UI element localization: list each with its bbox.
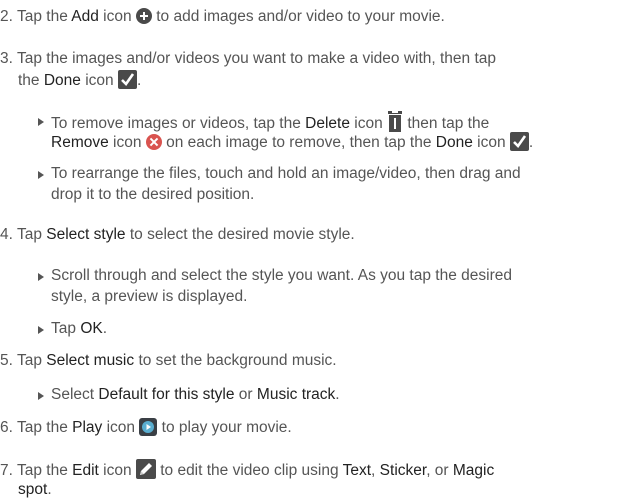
magic-spot-label: spot bbox=[18, 481, 48, 498]
bullet-arrow bbox=[38, 118, 44, 126]
step-number: 2. bbox=[0, 8, 13, 25]
bullet-scroll-line2: style, a preview is displayed. bbox=[51, 288, 248, 305]
step-7: 7. Tap the Edit icon to edit the video c… bbox=[0, 459, 494, 481]
play-label: Play bbox=[72, 419, 103, 436]
step-number: 4. bbox=[0, 226, 13, 243]
step-number: 5. bbox=[0, 352, 13, 369]
bullet-arrow bbox=[38, 171, 44, 179]
remove-label: Remove bbox=[51, 134, 109, 151]
step-4: 4. Tap Select style to select the desire… bbox=[0, 226, 355, 243]
select-music-label: Select music bbox=[46, 352, 135, 369]
bullet-rearrange-line2: drop it to the desired position. bbox=[51, 186, 255, 203]
edit-icon bbox=[135, 459, 156, 479]
add-icon bbox=[135, 8, 152, 24]
sticker-label: Sticker bbox=[379, 462, 427, 479]
default-style-label: Default for this style bbox=[98, 386, 235, 403]
bullet-arrow bbox=[38, 273, 44, 281]
delete-label: Delete bbox=[305, 115, 350, 132]
bullet-remove-line2: Remove icon on each image to remove, the… bbox=[51, 132, 534, 151]
add-label: Add bbox=[71, 8, 99, 25]
step-3-line2: the Done icon . bbox=[18, 70, 142, 89]
music-track-label: Music track bbox=[256, 386, 336, 403]
step-2: 2. Tap the Add icon to add images and/or… bbox=[0, 8, 445, 25]
ok-label: OK bbox=[80, 320, 103, 337]
done-label: Done bbox=[435, 134, 473, 151]
bullet-remove: To remove images or videos, tap the Dele… bbox=[51, 111, 489, 134]
bullet-arrow bbox=[38, 326, 44, 334]
magic-label: Magic bbox=[452, 462, 495, 479]
select-style-label: Select style bbox=[46, 226, 126, 243]
play-icon bbox=[139, 418, 158, 436]
bullet-ok: Tap OK. bbox=[51, 320, 108, 337]
bullet-scroll: Scroll through and select the style you … bbox=[51, 267, 512, 284]
instruction-page: 2. Tap the Add icon to add images and/or… bbox=[0, 0, 635, 501]
done-icon bbox=[117, 70, 137, 89]
step-5: 5. Tap Select music to set the backgroun… bbox=[0, 352, 337, 369]
bullet-music: Select Default for this style or Music t… bbox=[51, 386, 340, 403]
text-label: Text bbox=[342, 462, 372, 479]
bullet-rearrange: To rearrange the files, touch and hold a… bbox=[51, 165, 521, 182]
done-label: Done bbox=[43, 72, 81, 89]
step-3: 3. Tap the images and/or videos you want… bbox=[0, 50, 497, 67]
edit-label: Edit bbox=[72, 462, 99, 479]
delete-icon bbox=[387, 111, 403, 133]
done-icon bbox=[509, 132, 529, 151]
step-number: 6. bbox=[0, 419, 13, 436]
step-7-line2: spot. bbox=[18, 481, 52, 498]
step-number: 7. bbox=[0, 462, 13, 479]
step-6: 6. Tap the Play icon to play your movie. bbox=[0, 418, 292, 436]
bullet-arrow bbox=[38, 392, 44, 400]
remove-icon bbox=[145, 134, 162, 150]
step-number: 3. bbox=[0, 50, 13, 67]
